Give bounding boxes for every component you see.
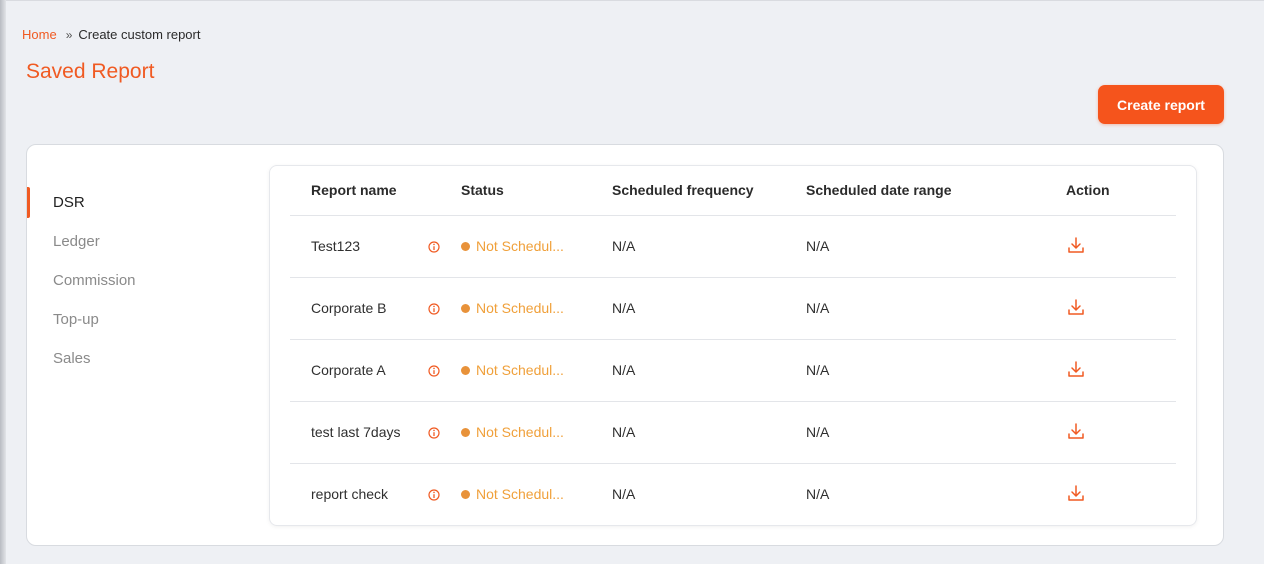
info-icon[interactable] bbox=[428, 240, 440, 253]
status-text: Not Schedul... bbox=[476, 424, 564, 441]
breadcrumb-home-link[interactable]: Home bbox=[22, 27, 57, 42]
report-card: DSR Ledger Commission Top-up Sales Repor… bbox=[26, 144, 1224, 546]
status-cell: Not Schedul... bbox=[440, 277, 591, 340]
scheduled-date-range-cell: N/A bbox=[785, 215, 1045, 278]
status-badge: Not Schedul... bbox=[461, 238, 564, 254]
download-icon[interactable] bbox=[1067, 236, 1085, 254]
report-name: Corporate B bbox=[311, 300, 387, 316]
scheduled-frequency-cell: N/A bbox=[591, 401, 785, 464]
report-name-cell: report check bbox=[290, 463, 440, 525]
header-scheduled-frequency: Scheduled frequency bbox=[591, 166, 785, 216]
report-name: Test123 bbox=[311, 238, 361, 254]
scheduled-frequency-cell: N/A bbox=[591, 277, 785, 340]
report-name-cell: Corporate A bbox=[290, 339, 440, 402]
action-cell bbox=[1045, 215, 1176, 278]
download-icon[interactable] bbox=[1067, 360, 1085, 378]
report-type-sidebar: DSR Ledger Commission Top-up Sales bbox=[27, 183, 247, 378]
status-text: Not Schedul... bbox=[476, 486, 564, 503]
breadcrumb: Home » Create custom report bbox=[22, 27, 200, 42]
download-icon[interactable] bbox=[1067, 298, 1085, 316]
window-left-edge bbox=[0, 0, 6, 564]
header-scheduled-date-range: Scheduled date range bbox=[785, 166, 1045, 216]
scheduled-frequency-cell: N/A bbox=[591, 463, 785, 525]
status-badge: Not Schedul... bbox=[461, 300, 564, 316]
action-cell bbox=[1045, 401, 1176, 464]
sidebar-item-dsr[interactable]: DSR bbox=[27, 183, 247, 222]
status-text: Not Schedul... bbox=[476, 238, 564, 255]
action-cell bbox=[1045, 277, 1176, 340]
info-icon[interactable] bbox=[428, 302, 440, 315]
table-row: Test123 Not Schedul... N/A N/A bbox=[290, 215, 1176, 278]
scheduled-date-range-cell: N/A bbox=[785, 463, 1045, 525]
table-row: test last 7days Not Schedul... N/A N/A bbox=[290, 401, 1176, 464]
status-dot-icon bbox=[461, 303, 470, 313]
top-divider bbox=[0, 0, 1264, 1]
download-icon[interactable] bbox=[1067, 422, 1085, 440]
sidebar-item-top-up[interactable]: Top-up bbox=[27, 300, 247, 339]
action-cell bbox=[1045, 339, 1176, 402]
page-title: Saved Report bbox=[26, 60, 155, 83]
sidebar-item-sales[interactable]: Sales bbox=[27, 339, 247, 378]
report-name-cell: Corporate B bbox=[290, 277, 440, 340]
status-badge: Not Schedul... bbox=[461, 486, 564, 502]
action-cell bbox=[1045, 463, 1176, 525]
breadcrumb-current: Create custom report bbox=[78, 27, 201, 42]
saved-reports-table-container: Report name Status Scheduled frequency S… bbox=[269, 165, 1197, 526]
status-cell: Not Schedul... bbox=[440, 215, 591, 278]
saved-reports-table: Report name Status Scheduled frequency S… bbox=[290, 166, 1176, 525]
table-row: report check Not Schedul... N/A N/A bbox=[290, 463, 1176, 525]
create-report-button[interactable]: Create report bbox=[1098, 85, 1224, 124]
status-dot-icon bbox=[461, 489, 470, 499]
info-icon[interactable] bbox=[428, 364, 440, 377]
status-text: Not Schedul... bbox=[476, 362, 564, 379]
report-name-cell: test last 7days bbox=[290, 401, 440, 464]
scheduled-date-range-cell: N/A bbox=[785, 339, 1045, 402]
sidebar-item-commission[interactable]: Commission bbox=[27, 261, 247, 300]
info-icon[interactable] bbox=[428, 488, 440, 501]
status-badge: Not Schedul... bbox=[461, 424, 564, 440]
status-text: Not Schedul... bbox=[476, 300, 564, 317]
report-name: test last 7days bbox=[311, 424, 401, 440]
scheduled-frequency-cell: N/A bbox=[591, 215, 785, 278]
status-badge: Not Schedul... bbox=[461, 362, 564, 378]
table-row: Corporate B Not Schedul... N/A N/A bbox=[290, 277, 1176, 340]
status-cell: Not Schedul... bbox=[440, 339, 591, 402]
report-name: Corporate A bbox=[311, 362, 386, 378]
report-name-cell: Test123 bbox=[290, 215, 440, 278]
status-cell: Not Schedul... bbox=[440, 401, 591, 464]
scheduled-date-range-cell: N/A bbox=[785, 277, 1045, 340]
header-report-name: Report name bbox=[290, 166, 440, 216]
download-icon[interactable] bbox=[1067, 484, 1085, 502]
info-icon[interactable] bbox=[428, 426, 440, 439]
table-row: Corporate A Not Schedul... N/A N/A bbox=[290, 339, 1176, 402]
scheduled-frequency-cell: N/A bbox=[591, 339, 785, 402]
status-dot-icon bbox=[461, 365, 470, 375]
table-header-row: Report name Status Scheduled frequency S… bbox=[290, 166, 1176, 216]
scheduled-date-range-cell: N/A bbox=[785, 401, 1045, 464]
breadcrumb-separator-icon: » bbox=[65, 27, 73, 42]
header-status: Status bbox=[440, 166, 591, 216]
status-cell: Not Schedul... bbox=[440, 463, 591, 525]
report-name: report check bbox=[311, 486, 389, 502]
status-dot-icon bbox=[461, 241, 470, 251]
sidebar-item-ledger[interactable]: Ledger bbox=[27, 222, 247, 261]
header-action: Action bbox=[1045, 166, 1176, 216]
status-dot-icon bbox=[461, 427, 470, 437]
